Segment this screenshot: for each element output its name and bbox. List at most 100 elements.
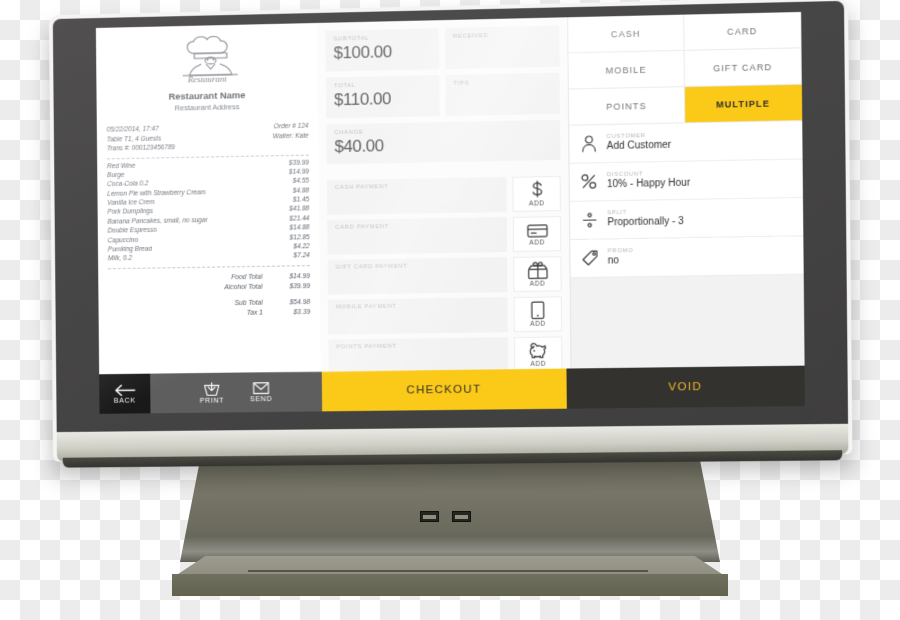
add-button-label: ADD (530, 360, 547, 368)
order-option-rows: CUSTOMER Add Customer DISCOUNT 10% - Happy … (569, 121, 804, 279)
received-field[interactable]: RECEIVED (444, 25, 560, 70)
tab-card[interactable]: CARD (684, 11, 802, 51)
void-button[interactable]: VOID (566, 365, 805, 409)
stand-base-plate (172, 574, 728, 596)
receipt-totals: Food Total $14.99 Alcohol Total $39.99 Sub T… (108, 272, 310, 321)
receipt-item-price: $14.99 (288, 168, 309, 176)
checkout-button[interactable]: CHECKOUT (321, 368, 567, 412)
arrow-left-icon (114, 383, 136, 396)
divide-icon (580, 211, 598, 228)
tab-points[interactable]: POINTS (568, 87, 686, 126)
tips-field[interactable]: TIPS (445, 72, 560, 117)
print-button[interactable]: PRINT (199, 381, 225, 405)
option-row-promo[interactable]: PROMO no (570, 236, 804, 279)
print-button-label: PRINT (199, 397, 225, 405)
receipt-item-name: Milk, 0.2 (107, 255, 132, 263)
option-value: 10% - Happy Hour (606, 177, 691, 191)
receipt-item-name: Banana Pancakes, small, no sugar (107, 216, 208, 226)
subtotal-field[interactable]: SUBTOTAL $100.00 (325, 28, 440, 72)
right-panel-empty-area (570, 274, 805, 369)
svg-text:Restaurant: Restaurant (186, 74, 226, 84)
options-right-panel: CASH CARD MOBILE GIFT CARD POINTS MULTIPLE CU… (567, 11, 805, 369)
receipt-item-price: $14.88 (289, 224, 310, 232)
send-button-label: SEND (249, 396, 273, 404)
option-row-split[interactable]: SPLIT Proportionally - 3 (569, 197, 804, 241)
pos-terminal-monitor: Restaurant Restaurant Name Restaurant Ad… (48, 0, 853, 468)
piggy-bank-icon (528, 341, 549, 359)
receipt-waiter: Waiter: Kate (272, 132, 309, 140)
receipt-item-price: $4.55 (292, 177, 310, 186)
bar-utility-group: PRINT SEND (150, 371, 323, 414)
percent-icon (580, 173, 598, 189)
add-gift-payment-button[interactable]: ADD (513, 256, 562, 293)
tab-cash[interactable]: CASH (568, 14, 685, 54)
stand-column (180, 452, 720, 562)
receipt-item-price: $7.24 (293, 252, 310, 260)
payment-method-rows: CASH PAYMENT ADD CARD PAYMENT ADD GIFT CARD … (326, 175, 563, 375)
option-text: CUSTOMER Add Customer (607, 133, 672, 152)
payment-type-tabs: CASH CARD MOBILE GIFT CARD POINTS MULTIPLE (568, 11, 803, 126)
received-value (453, 39, 551, 62)
receipt-item-price: $1.45 (292, 196, 310, 204)
receipt-total-value: $14.99 (289, 272, 310, 280)
receipt-item-name: Lemon Pie with Strawberry Cream (107, 189, 206, 198)
tips-value (453, 86, 551, 109)
add-credit-card-payment-button[interactable]: ADD (512, 216, 562, 252)
option-row-discount[interactable]: DISCOUNT 10% - Happy Hour (569, 159, 803, 202)
payment-field-gift-card-payment[interactable]: GIFT CARD PAYMENT (327, 257, 508, 295)
add-button-label: ADD (529, 280, 546, 288)
receipt-item-price: $12.85 (289, 233, 310, 242)
receipt-total-value: $3.39 (293, 309, 311, 317)
touchscreen-display: Restaurant Restaurant Name Restaurant Ad… (95, 11, 805, 414)
add-phone-payment-button[interactable]: ADD (513, 296, 563, 333)
receipt-item-price: $21.44 (289, 215, 310, 223)
option-label: PROMO (607, 248, 634, 255)
phone-icon (531, 301, 545, 320)
receipt-transaction: Trans #: 000123456789 (106, 144, 176, 153)
receipt-divider-bottom (107, 264, 310, 269)
receipt-item-name: Double Espresso (107, 226, 157, 235)
usb-port-2 (452, 511, 471, 522)
option-text: DISCOUNT 10% - Happy Hour (606, 171, 691, 191)
add-dollar-payment-button[interactable]: ADD (512, 175, 561, 212)
envelope-icon (253, 381, 270, 395)
payment-row: CARD PAYMENT ADD (327, 216, 562, 255)
receipt-total-value: $39.99 (289, 282, 311, 291)
receipt-item-name: Pumking Bread (107, 245, 152, 254)
tab-multiple[interactable]: MULTIPLE (684, 84, 803, 124)
screenshot-stage: Restaurant Restaurant Name Restaurant Ad… (0, 0, 900, 620)
app-body: Restaurant Restaurant Name Restaurant Ad… (95, 11, 805, 375)
add-piggy-bank-payment-button[interactable]: ADD (513, 336, 563, 373)
receipt-total-label: Alcohol Total (224, 283, 263, 292)
payment-row: GIFT CARD PAYMENT ADD (327, 256, 562, 295)
total-field[interactable]: TOTAL $110.00 (325, 75, 440, 119)
send-button[interactable]: SEND (249, 381, 273, 404)
change-field[interactable]: CHANGE $40.00 (326, 119, 561, 165)
tab-mobile[interactable]: MOBILE (568, 50, 685, 90)
add-button-label: ADD (528, 200, 545, 208)
change-value: $40.00 (334, 136, 384, 157)
payment-field-card-payment[interactable]: CARD PAYMENT (327, 217, 508, 255)
usb-port-1 (420, 511, 439, 522)
option-text: SPLIT Proportionally - 3 (607, 209, 684, 228)
payment-field-mobile-payment[interactable]: MOBILE PAYMENT (328, 297, 508, 335)
option-value: no (607, 255, 620, 267)
stand-base-seam (248, 570, 648, 572)
back-button-label: BACK (113, 397, 136, 405)
payment-row: CASH PAYMENT ADD (326, 175, 561, 216)
receipt-total-row: Tax 1 $3.39 (108, 308, 311, 321)
add-button-label: ADD (530, 320, 546, 328)
receipt-item-name: Capuccino (107, 236, 139, 245)
option-row-customer[interactable]: CUSTOMER Add Customer (569, 121, 803, 164)
credit-card-icon (526, 222, 547, 238)
payment-center-panel: SUBTOTAL $100.00 RECEIVED TOTAL $110.00 (317, 17, 571, 375)
receipt-panel[interactable]: Restaurant Restaurant Name Restaurant Ad… (95, 22, 321, 375)
person-icon (579, 135, 597, 152)
tab-gift-card[interactable]: GIFT CARD (684, 48, 802, 88)
option-label: SPLIT (607, 209, 628, 217)
receipt-item-price: $41.88 (289, 205, 310, 214)
receipt-meta: 05/22/2014, 17:47 Order # 124 Table T1, … (107, 122, 309, 154)
payment-field-cash-payment[interactable]: CASH PAYMENT (326, 176, 507, 216)
back-button[interactable]: BACK (99, 373, 151, 414)
receipt-item-price: $4.88 (292, 187, 310, 195)
